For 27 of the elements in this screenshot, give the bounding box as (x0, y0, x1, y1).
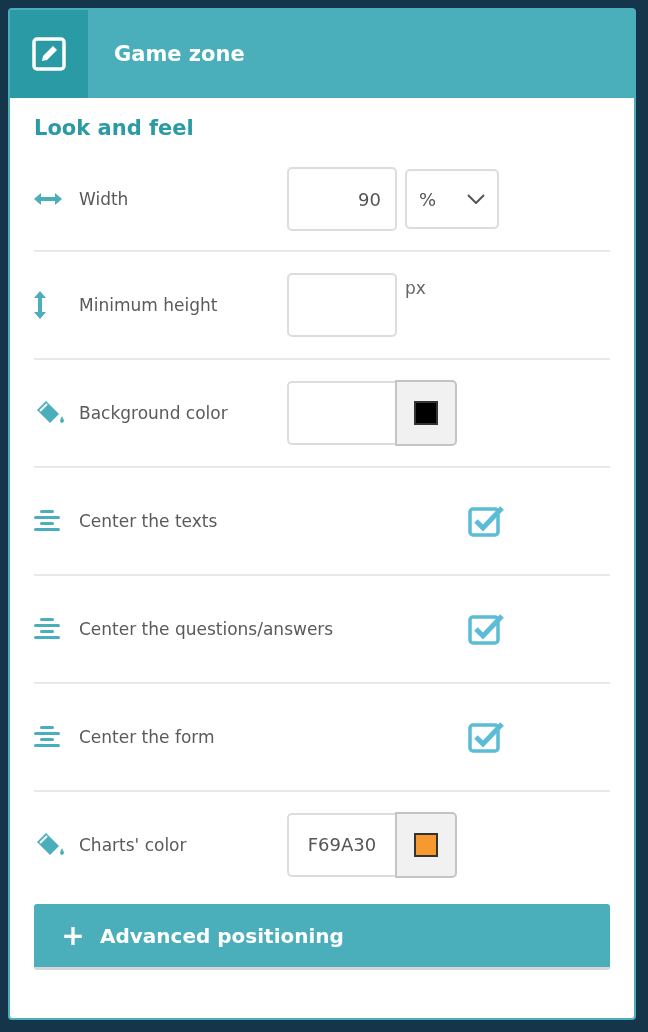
vertical-arrows-icon (34, 291, 46, 319)
color-input[interactable] (287, 380, 395, 445)
unit-label: px (405, 278, 426, 298)
checkbox[interactable] (468, 721, 504, 753)
setting-label: Minimum height (79, 295, 219, 315)
color-input[interactable]: F69A30 (287, 812, 395, 877)
section-title: Look and feel (34, 116, 195, 140)
align-center-icon (34, 726, 60, 748)
checkbox[interactable] (468, 613, 504, 645)
width-input[interactable]: 90 (287, 167, 397, 231)
chevron-down-icon (467, 194, 485, 204)
setting-label: Center the form (79, 727, 216, 747)
setting-label: Width (79, 189, 130, 209)
setting-label: Background color (79, 403, 229, 423)
panel-title: Game zone (113, 41, 245, 68)
align-center-icon (34, 510, 60, 532)
horizontal-arrows-icon (34, 193, 62, 205)
color-picker-button[interactable] (395, 379, 457, 446)
checkbox[interactable] (468, 505, 504, 537)
align-center-icon (34, 618, 60, 640)
setting-label: Center the texts (79, 511, 219, 531)
color-picker-button[interactable] (395, 811, 457, 878)
height-input[interactable] (287, 273, 397, 337)
unit-select[interactable]: % (405, 169, 499, 229)
edit-icon (32, 37, 66, 71)
setting-label: Center the questions/answers (79, 619, 334, 639)
setting-label: Charts' color (79, 835, 188, 855)
